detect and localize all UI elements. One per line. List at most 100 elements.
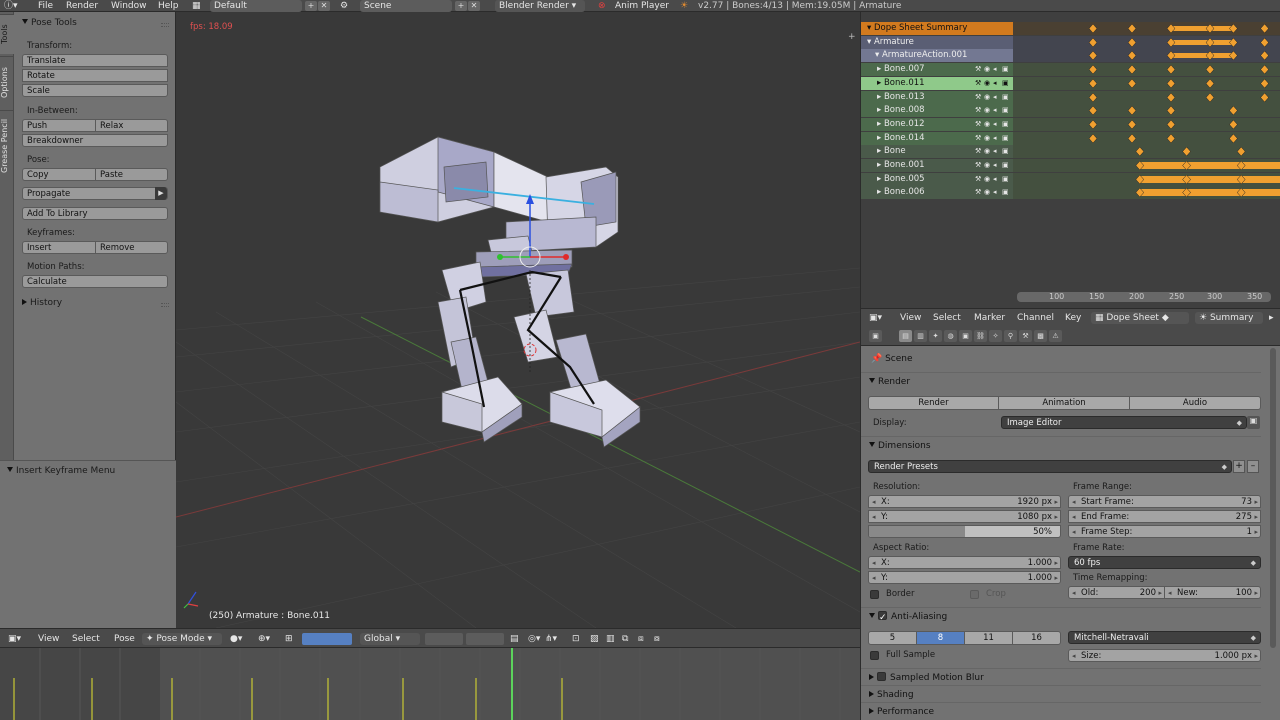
interaction-mode-selector[interactable]: ✦ Pose Mode ▾ (142, 633, 222, 645)
copy-pose-button[interactable]: Copy (22, 168, 96, 181)
paste-flipped-icon[interactable]: ⧇ (654, 633, 660, 645)
pose-tools-panel-header[interactable]: Pose Tools (22, 18, 77, 28)
scene-tab-icon[interactable]: ✦ (929, 330, 942, 342)
world-tab-icon[interactable]: ◍ (944, 330, 957, 342)
dope-sheet-channel-row[interactable]: ▸ Bone.013 ⚒ ◉ ◂ ▣ (861, 90, 1280, 105)
scene-icon[interactable]: ⚙ (340, 0, 348, 12)
keyframe-diamond[interactable] (1088, 92, 1098, 102)
dope-sheet-channel-row[interactable]: ▾ Dope Sheet Summary (861, 22, 1280, 36)
speaker-icon[interactable]: ◂ (993, 65, 1001, 73)
wrench-icon[interactable]: ⚒ (975, 188, 983, 196)
tab-grease-pencil[interactable]: Grease Pencil (0, 110, 14, 180)
modifiers-tab-icon[interactable]: ✧ (989, 330, 1002, 342)
keyframe-diamond[interactable] (1205, 51, 1215, 61)
push-button[interactable]: Push (22, 119, 96, 132)
rotate-button[interactable]: Rotate (22, 69, 168, 82)
keyframe-diamond[interactable] (1127, 119, 1137, 130)
expand-triangle-icon[interactable]: ▸ (877, 105, 884, 115)
keyframe-diamond[interactable] (1205, 37, 1215, 48)
channel-name[interactable]: ▸ Bone.014 ⚒ ◉ ◂ ▣ (861, 131, 1013, 145)
expand-triangle-icon[interactable]: ▸ (877, 119, 884, 129)
render-animation-button[interactable]: Animation (998, 396, 1130, 410)
manipulator-y-handle[interactable] (497, 254, 503, 260)
keyframe-diamond[interactable] (1127, 133, 1137, 143)
keyframe-diamond[interactable] (1205, 92, 1215, 102)
shading-panel-header[interactable]: Shading (861, 685, 1261, 703)
keyframe-diamond[interactable] (1229, 105, 1238, 116)
channel-keyframes[interactable] (1013, 22, 1280, 35)
channel-name[interactable]: ▸ Bone.012 ⚒ ◉ ◂ ▣ (861, 117, 1013, 131)
channel-keyframes[interactable] (1013, 172, 1280, 186)
keyframe-diamond[interactable] (1229, 51, 1238, 61)
ds-key-menu[interactable]: Key (1065, 312, 1081, 324)
expand-triangle-icon[interactable]: ▸ (877, 133, 884, 143)
keyframe-diamond[interactable] (1260, 78, 1269, 89)
motion-blur-panel-header[interactable]: Sampled Motion Blur (861, 668, 1261, 686)
wrench-icon[interactable]: ⚒ (975, 147, 983, 155)
speaker-icon[interactable]: ◂ (993, 134, 1001, 142)
viewport-shading-icon[interactable]: ●▾ (230, 633, 242, 645)
pin-icon[interactable]: 📌 (871, 354, 885, 364)
dope-sheet-channel-row[interactable]: ▸ Bone.006 ⚒ ◉ ◂ ▣ (861, 186, 1280, 200)
time-remap-new-field[interactable]: ◂ New: 100 ▸ (1164, 586, 1261, 599)
timeline-canvas[interactable] (0, 648, 860, 720)
menu-window[interactable]: Window (111, 0, 147, 12)
full-sample-checkbox[interactable] (870, 651, 879, 660)
viewport-canvas[interactable] (176, 12, 860, 628)
crop-checkbox[interactable] (970, 590, 979, 599)
propagate-button[interactable]: Propagate ▶ (22, 187, 168, 200)
render-panel-header[interactable]: Render (861, 372, 1261, 390)
operator-panel-header[interactable]: Insert Keyframe Menu (7, 466, 115, 476)
scene-selector[interactable]: Scene (360, 0, 452, 12)
channel-keyframes[interactable] (1013, 63, 1280, 77)
wrench-icon[interactable]: ⚒ (975, 93, 983, 101)
add-scene-button[interactable]: + (455, 0, 467, 12)
speaker-icon[interactable]: ◂ (993, 120, 1001, 128)
resolution-y-field[interactable]: ◂ Y: 1080 px ▸ (868, 510, 1061, 523)
channel-name[interactable]: ▸ Bone.008 ⚒ ◉ ◂ ▣ (861, 104, 1013, 118)
screen-layout-icon[interactable]: ▦ (192, 0, 201, 12)
aspect-x-field[interactable]: ◂ X: 1.000 ▸ (868, 556, 1061, 569)
lock-icon[interactable]: ▣ (1002, 106, 1010, 114)
dope-sheet-editor[interactable]: ▾ Dope Sheet Summary ▾ Armature ▾ Armature… (860, 12, 1280, 308)
keyframe-diamond[interactable] (1260, 92, 1269, 102)
anim-player-button[interactable]: Anim Player (615, 0, 669, 12)
wrench-icon[interactable]: ⚒ (975, 106, 983, 114)
channel-keyframes[interactable] (1013, 159, 1280, 172)
robot-mesh[interactable] (379, 136, 641, 448)
keyframe-track[interactable] (1013, 36, 1280, 49)
scale-button[interactable]: Scale (22, 84, 168, 97)
render-audio-button[interactable]: Audio (1129, 396, 1261, 410)
dope-sheet-channel-row[interactable]: ▸ Bone.001 ⚒ ◉ ◂ ▣ (861, 159, 1280, 173)
keyframe-diamond[interactable] (1229, 119, 1238, 130)
resolution-percentage-slider[interactable]: 50% (868, 525, 1061, 538)
keyframe-diamond[interactable] (1127, 64, 1137, 75)
lock-interface-icon[interactable]: ▣ (1247, 416, 1260, 429)
expand-triangle-icon[interactable]: ▸ (877, 160, 884, 170)
eye-icon[interactable]: ◉ (984, 134, 992, 142)
aa-samples-5[interactable]: 5 (868, 631, 917, 645)
dope-sheet-channel-row[interactable]: ▸ Bone.012 ⚒ ◉ ◂ ▣ (861, 117, 1280, 132)
ds-marker-menu[interactable]: Marker (974, 312, 1005, 324)
keyframe-diamond[interactable] (1260, 64, 1269, 75)
expand-triangle-icon[interactable]: ▾ (867, 37, 874, 47)
object-tab-icon[interactable]: ▣ (959, 330, 972, 342)
wrench-icon[interactable]: ⚒ (975, 175, 983, 183)
eye-icon[interactable]: ◉ (984, 188, 992, 196)
resolution-x-field[interactable]: ◂ X: 1920 px ▸ (868, 495, 1061, 508)
keyframe-track[interactable] (1013, 132, 1280, 145)
drag-grip-icon[interactable] (161, 303, 169, 307)
keyframe-diamond[interactable] (1135, 146, 1145, 157)
channel-keyframes[interactable] (1013, 35, 1280, 49)
translate-button[interactable]: Translate (22, 54, 168, 67)
expand-triangle-icon[interactable]: ▾ (867, 23, 874, 33)
remove-keyframe-button[interactable]: Remove (95, 241, 168, 254)
lock-icon[interactable]: ▣ (1002, 93, 1010, 101)
wrench-icon[interactable]: ⚒ (975, 65, 983, 73)
eye-icon[interactable]: ◉ (984, 120, 992, 128)
lock-icon[interactable]: ▣ (1002, 134, 1010, 142)
keyframe-diamond[interactable] (1166, 64, 1176, 75)
speaker-icon[interactable]: ◂ (993, 161, 1001, 169)
texture-tab-icon[interactable]: ⚠ (1049, 330, 1062, 342)
proportional-edit-icon[interactable]: ◎▾ (528, 633, 540, 645)
